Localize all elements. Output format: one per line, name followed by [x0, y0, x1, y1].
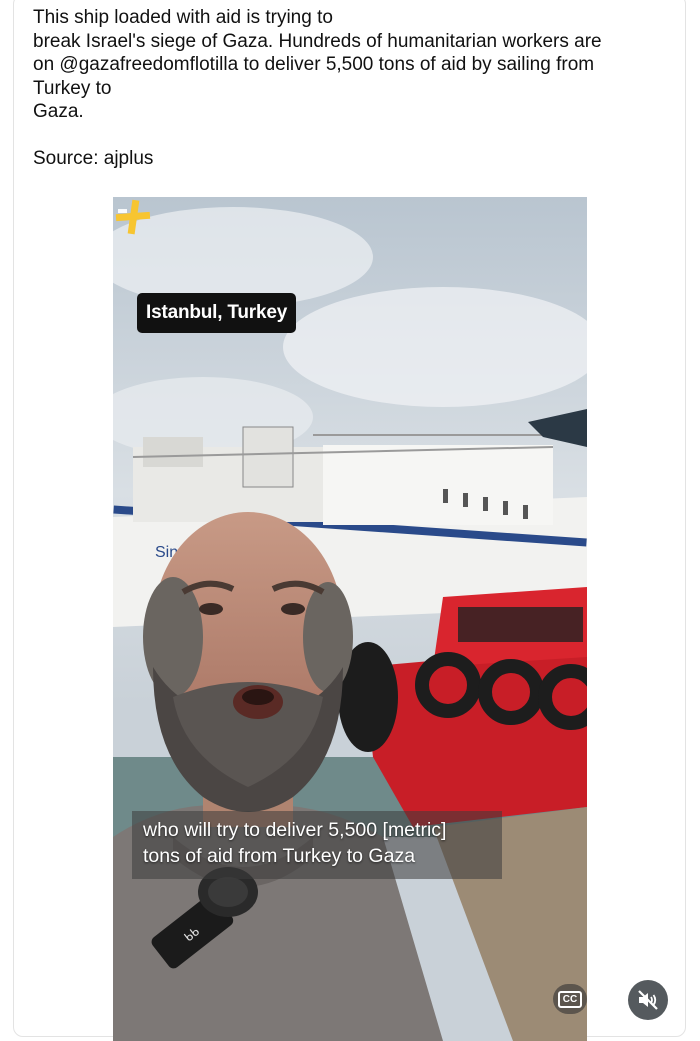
ajplus-logo-icon: [115, 199, 151, 235]
closed-captions-button[interactable]: CC: [553, 984, 587, 1014]
speaker-muted-icon: [638, 990, 658, 1010]
caption-line-1: who will try to deliver 5,500 [metric]: [143, 819, 447, 841]
mute-toggle-button[interactable]: [628, 980, 668, 1020]
post-text: This ship loaded with aid is trying to b…: [33, 7, 602, 122]
location-label: Istanbul, Turkey: [137, 293, 297, 333]
post-source: Source: ajplus: [33, 148, 154, 169]
video-caption: who will try to deliver 5,500 [metric] t…: [132, 811, 502, 879]
caption-line-2: tons of aid from Turkey to Gaza: [143, 845, 416, 867]
video-player[interactable]: Sina ᑲᑲ Istanbul, Turkey who will try to…: [113, 197, 587, 1041]
closed-captions-icon: CC: [557, 990, 583, 1008]
